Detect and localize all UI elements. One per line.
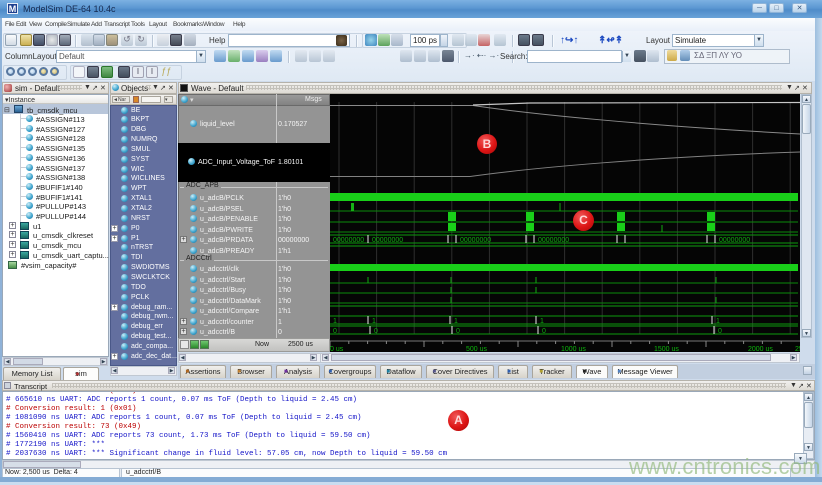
svg-text:1: 1: [333, 318, 337, 325]
svg-text:0: 0: [456, 328, 460, 335]
svg-text:00000000: 00000000: [538, 237, 569, 244]
svg-text:00000000: 00000000: [372, 237, 403, 244]
svg-text:00000000: 00000000: [719, 237, 750, 244]
svg-text:0: 0: [374, 328, 378, 335]
svg-text:250: 250: [795, 346, 800, 352]
svg-text:0: 0: [542, 328, 546, 335]
svg-text:1: 1: [716, 318, 720, 325]
svg-text:00000000: 00000000: [460, 237, 491, 244]
svg-text:1: 1: [372, 318, 376, 325]
svg-text:2000 us: 2000 us: [748, 346, 773, 352]
svg-text:1500 us: 1500 us: [654, 346, 679, 352]
svg-text:1: 1: [454, 318, 458, 325]
svg-text:1: 1: [540, 318, 544, 325]
svg-text:0 us: 0 us: [330, 346, 344, 352]
svg-text:1000 us: 1000 us: [561, 346, 586, 352]
svg-text:0: 0: [333, 328, 337, 335]
svg-text:500 us: 500 us: [466, 346, 488, 352]
svg-text:0: 0: [718, 328, 722, 335]
svg-text:00000000: 00000000: [333, 237, 364, 244]
